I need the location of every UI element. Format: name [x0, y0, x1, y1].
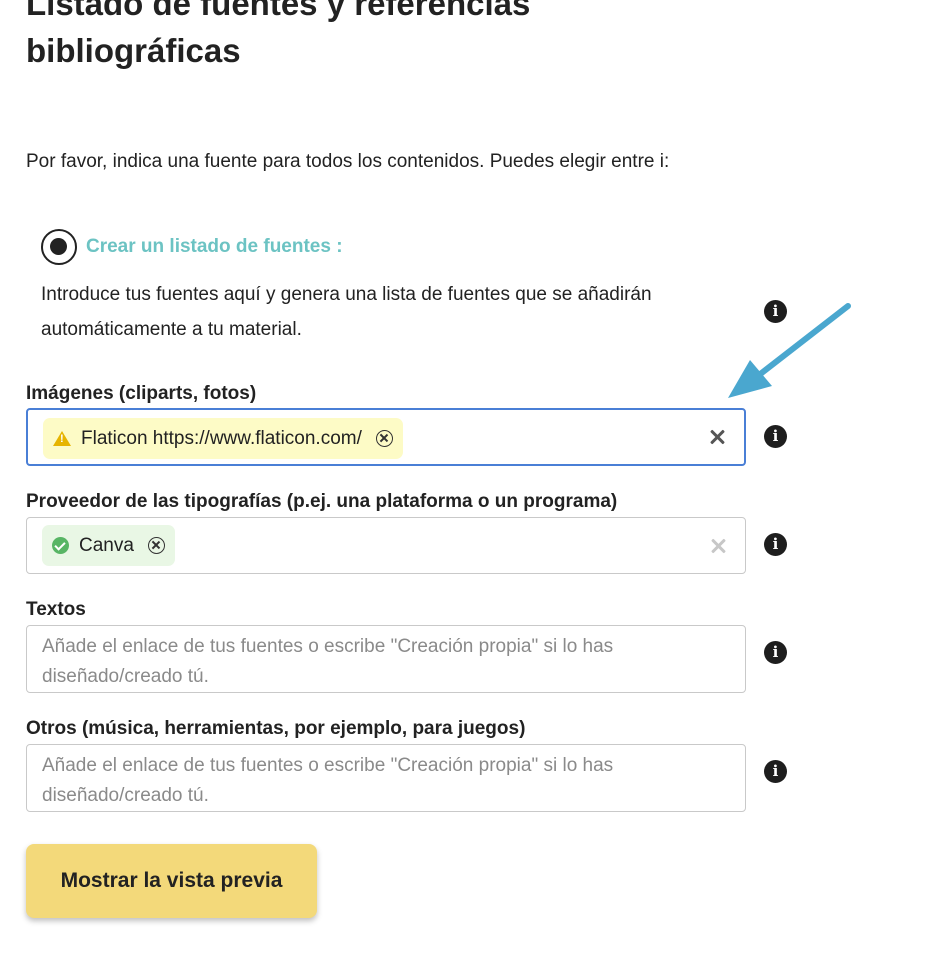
tag-label: Canva	[79, 534, 134, 556]
info-icon[interactable]: i	[764, 533, 787, 556]
preview-button[interactable]: Mostrar la vista previa	[26, 844, 317, 918]
clear-icon[interactable]	[709, 537, 727, 555]
images-label: Imágenes (cliparts, fotos)	[26, 383, 257, 404]
fonts-label: Proveedor de las tipografías (p.ej. una …	[26, 491, 618, 512]
info-icon[interactable]: i	[764, 760, 787, 783]
check-icon	[52, 537, 69, 554]
warning-icon: !	[53, 431, 71, 446]
intro-text: Por favor, indica una fuente para todos …	[26, 151, 670, 172]
images-field[interactable]: ! Flaticon https://www.flaticon.com/	[26, 408, 746, 466]
others-label: Otros (música, herramientas, por ejemplo…	[26, 718, 526, 739]
radio-create-list[interactable]	[41, 229, 77, 265]
radio-selected-dot	[50, 238, 67, 255]
remove-tag-icon[interactable]	[147, 537, 165, 554]
texts-label: Textos	[26, 599, 86, 620]
page-title: Listado de fuentes y referencias bibliog…	[26, 0, 531, 69]
tag-flaticon: ! Flaticon https://www.flaticon.com/	[43, 418, 403, 459]
others-input[interactable]	[42, 751, 732, 811]
info-icon[interactable]: i	[764, 425, 787, 448]
texts-field-box	[26, 625, 746, 693]
tag-label: Flaticon https://www.flaticon.com/	[81, 427, 362, 449]
fonts-field[interactable]: Canva	[26, 517, 746, 574]
remove-tag-icon[interactable]	[375, 430, 393, 447]
clear-icon[interactable]	[708, 428, 726, 446]
texts-input[interactable]	[42, 632, 732, 692]
others-field-box	[26, 744, 746, 812]
tag-canva: Canva	[42, 525, 175, 566]
radio-description: Introduce tus fuentes aquí y genera una …	[41, 284, 652, 340]
radio-label[interactable]: Crear un listado de fuentes :	[86, 235, 343, 259]
info-icon[interactable]: i	[764, 641, 787, 664]
arrow-annotation	[728, 303, 851, 398]
